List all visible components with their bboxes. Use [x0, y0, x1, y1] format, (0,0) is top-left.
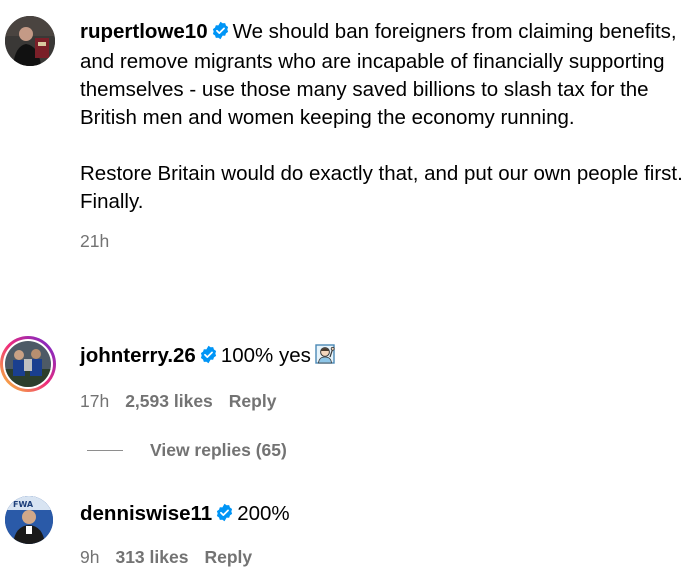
view-replies-divider	[87, 450, 123, 451]
raised-hand-person-emoji	[313, 342, 337, 374]
comment-content: denniswise11 200% 9h 313 likes Reply	[80, 500, 685, 568]
comment-text: johnterry.26 100% yes	[80, 342, 685, 374]
comment-likes[interactable]: 313 likes	[115, 547, 188, 567]
comment-meta: 17h 2,593 likes Reply	[80, 390, 685, 412]
verified-badge-icon	[211, 20, 230, 48]
post-content: rupertlowe10 We should ban foreigners fro…	[80, 18, 685, 252]
post-username[interactable]: rupertlowe10	[80, 20, 208, 43]
view-replies-button[interactable]: View replies (65)	[87, 440, 287, 461]
post-body-paragraph-3: Finally.	[80, 190, 144, 213]
svg-text:FWA: FWA	[13, 500, 34, 509]
reply-button[interactable]: Reply	[204, 547, 252, 567]
comment-username[interactable]: denniswise11	[80, 502, 212, 525]
verified-badge-icon	[215, 502, 234, 530]
comment-likes[interactable]: 2,593 likes	[125, 391, 213, 411]
post-text: rupertlowe10 We should ban foreigners fro…	[80, 18, 685, 132]
comment-username[interactable]: johnterry.26	[80, 344, 196, 367]
comment-body: 100% yes	[220, 344, 311, 367]
view-replies-label[interactable]: View replies (65)	[150, 440, 287, 461]
avatar[interactable]: FWA	[5, 496, 53, 544]
avatar[interactable]	[5, 16, 55, 66]
comment-body: 200%	[237, 502, 290, 525]
verified-badge-icon	[199, 344, 218, 372]
comment-timestamp[interactable]: 17h	[80, 391, 109, 411]
post-body-paragraph-2: Restore Britain would do exactly that, a…	[80, 162, 683, 185]
comment-meta: 9h 313 likes Reply	[80, 546, 685, 568]
post-meta: 21h	[80, 230, 685, 252]
post-timestamp[interactable]: 21h	[80, 231, 109, 251]
avatar-story-ring[interactable]	[0, 336, 56, 392]
avatar-photo: FWA	[5, 496, 53, 544]
comment-timestamp[interactable]: 9h	[80, 547, 99, 567]
avatar-photo	[5, 16, 55, 66]
avatar-photo	[5, 341, 51, 387]
reply-button[interactable]: Reply	[229, 391, 277, 411]
comment-text: denniswise11 200%	[80, 500, 685, 530]
comment-content: johnterry.26 100% yes 17h 2,593 likes Reply	[80, 342, 685, 412]
